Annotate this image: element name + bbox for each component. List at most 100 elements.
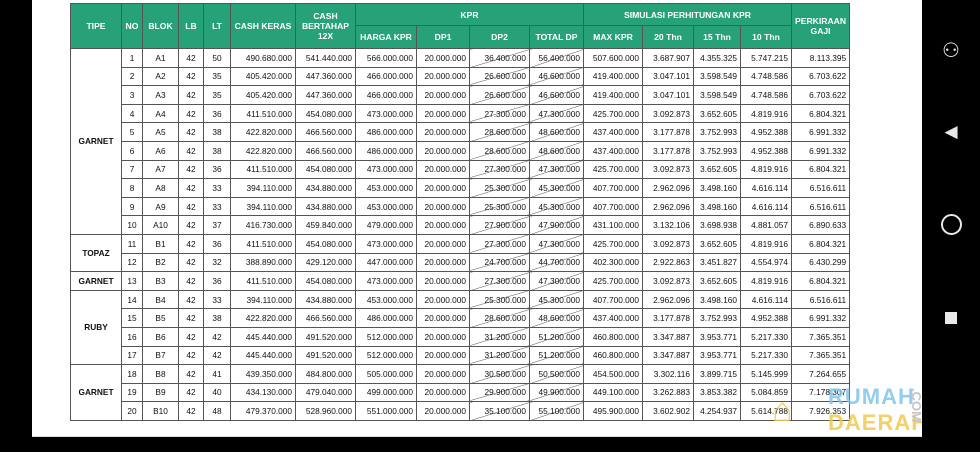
10-thn-cell: 4.616.114 <box>740 178 792 198</box>
dp2-cell: 35.100.000 <box>469 401 530 421</box>
table-row: 10 A10 42 37 416.730.000 459.840.000 479.000.0… <box>71 215 851 235</box>
table-row: 9 A9 42 33 394.110.000 434.880.000 453.000.000… <box>71 196 851 217</box>
total-dp-cell: 51.200.000 <box>529 326 584 347</box>
table-row: 5 A5 42 38 422.820.000 466.560.000 486.000.000… <box>71 122 851 142</box>
10-thn-cell: 5.217.330 <box>740 345 792 366</box>
blok-cell: A4 <box>142 103 179 124</box>
total-dp-cell: 50.500.000 <box>529 364 584 384</box>
cash-keras-cell: 445.440.000 <box>230 345 296 366</box>
dp1-cell: 20.000.000 <box>416 48 470 68</box>
cash-keras-cell: 422.820.000 <box>230 140 296 161</box>
dp1-cell: 20.000.000 <box>416 308 470 328</box>
cash-bertahap-cell: 447.360.000 <box>295 85 356 105</box>
lb-cell: 42 <box>178 103 204 124</box>
20-thn-cell: 3.302.116 <box>642 364 694 384</box>
tipe-cell: GARNET <box>70 364 122 421</box>
cash-keras-cell: 416.730.000 <box>230 215 296 235</box>
header-tipe: TIPE <box>70 3 122 49</box>
total-dp-cell: 45.300.000 <box>529 196 584 217</box>
total-dp-cell: 51.200.000 <box>529 345 584 366</box>
max-kpr-cell: 419.400.000 <box>583 85 643 105</box>
blok-cell: B10 <box>142 401 179 421</box>
blok-cell: A8 <box>142 178 179 198</box>
header-no: NO <box>121 3 143 49</box>
cash-bertahap-cell: 466.560.000 <box>295 140 356 161</box>
harga-kpr-cell: 486.000.000 <box>355 122 417 142</box>
10-thn-cell: 4.616.114 <box>740 196 792 217</box>
max-kpr-cell: 507.600.000 <box>583 48 643 68</box>
max-kpr-cell: 460.800.000 <box>583 326 643 347</box>
lb-cell: 42 <box>178 271 204 291</box>
perkiraan-gaji-cell: 6.703.622 <box>790 85 851 105</box>
harga-kpr-cell: 453.000.000 <box>355 178 417 198</box>
10-thn-cell: 4.819.916 <box>740 159 792 180</box>
cash-keras-cell: 405.420.000 <box>230 66 296 87</box>
no-cell: 13 <box>121 271 143 291</box>
20-thn-cell: 3.092.873 <box>642 159 694 180</box>
perkiraan-gaji-cell: 6.804.321 <box>790 233 851 254</box>
10-thn-cell: 4.554.974 <box>740 252 792 273</box>
15-thn-cell: 3.498.160 <box>693 289 741 310</box>
dp2-cell: 28.600.000 <box>469 122 530 142</box>
perkiraan-gaji-cell: 6.991.332 <box>790 308 851 328</box>
cash-bertahap-cell: 454.080.000 <box>295 159 356 180</box>
20-thn-cell: 3.092.873 <box>642 103 694 124</box>
back-icon[interactable]: ◀ <box>922 122 980 142</box>
15-thn-cell: 3.953.771 <box>693 345 741 366</box>
table-row: 15 B5 42 38 422.820.000 466.560.000 486.000.00… <box>71 308 851 328</box>
blok-cell: A10 <box>142 215 179 235</box>
tipe-cell: GARNET <box>70 271 122 291</box>
20-thn-cell: 3.177.878 <box>642 122 694 142</box>
cash-bertahap-cell: 466.560.000 <box>295 122 356 142</box>
max-kpr-cell: 425.700.000 <box>583 271 643 291</box>
total-dp-cell: 44.700.000 <box>529 252 584 273</box>
blok-cell: A2 <box>142 66 179 87</box>
dp1-cell: 20.000.000 <box>416 140 470 161</box>
spreadsheet-page: TIPE NO BLOK LB LT CASH KERAS CASH BERTA… <box>32 0 922 437</box>
harga-kpr-cell: 505.000.000 <box>355 364 417 384</box>
20-thn-cell: 3.132.106 <box>642 215 694 235</box>
perkiraan-gaji-cell: 6.991.332 <box>790 140 851 161</box>
perkiraan-gaji-cell: 6.703.622 <box>790 66 851 87</box>
15-thn-cell: 3.752.993 <box>693 122 741 142</box>
cash-keras-cell: 439.350.000 <box>230 364 296 384</box>
10-thn-cell: 4.819.916 <box>740 271 792 291</box>
cash-bertahap-cell: 454.080.000 <box>295 233 356 254</box>
cash-bertahap-cell: 447.360.000 <box>295 66 356 87</box>
blok-cell: A3 <box>142 85 179 105</box>
recent-apps-icon[interactable] <box>922 311 980 329</box>
dp2-cell: 25.300.000 <box>469 289 530 310</box>
total-dp-cell: 45.300.000 <box>529 178 584 198</box>
header-20-thn: 20 Thn <box>642 25 694 49</box>
20-thn-cell: 2.962.096 <box>642 196 694 217</box>
total-dp-cell: 55.100.000 <box>529 401 584 421</box>
table-row: 19 B9 42 40 434.130.000 479.040.000 499.000.00… <box>71 382 851 403</box>
cash-bertahap-cell: 454.080.000 <box>295 103 356 124</box>
harga-kpr-cell: 466.000.000 <box>355 66 417 87</box>
cash-bertahap-cell: 429.120.000 <box>295 252 356 273</box>
cash-keras-cell: 422.820.000 <box>230 122 296 142</box>
accessibility-icon[interactable]: ⚇ <box>922 38 980 63</box>
lt-cell: 33 <box>203 178 231 198</box>
max-kpr-cell: 495.900.000 <box>583 401 643 421</box>
dp1-cell: 20.000.000 <box>416 85 470 105</box>
10-thn-cell: 5.145.999 <box>740 364 792 384</box>
blok-cell: B7 <box>142 345 179 366</box>
lb-cell: 42 <box>178 196 204 217</box>
cash-bertahap-cell: 466.560.000 <box>295 308 356 328</box>
dp2-cell: 27.300.000 <box>469 159 530 180</box>
dp1-cell: 20.000.000 <box>416 401 470 421</box>
dp2-cell: 29.900.000 <box>469 382 530 403</box>
lt-cell: 48 <box>203 401 231 421</box>
home-icon[interactable] <box>922 214 980 240</box>
no-cell: 11 <box>121 233 143 254</box>
15-thn-cell: 4.355.325 <box>693 48 741 68</box>
dp1-cell: 20.000.000 <box>416 382 470 403</box>
table-row: 6 A6 42 38 422.820.000 466.560.000 486.000.000… <box>71 140 851 161</box>
15-thn-cell: 3.652.605 <box>693 103 741 124</box>
blok-cell: B9 <box>142 382 179 403</box>
table-row: TOPAZ 11 B1 42 36 411.510.000 454.080.000 473.0… <box>70 233 851 273</box>
harga-kpr-cell: 447.000.000 <box>355 252 417 273</box>
blok-cell: A7 <box>142 159 179 180</box>
no-cell: 6 <box>121 140 143 161</box>
